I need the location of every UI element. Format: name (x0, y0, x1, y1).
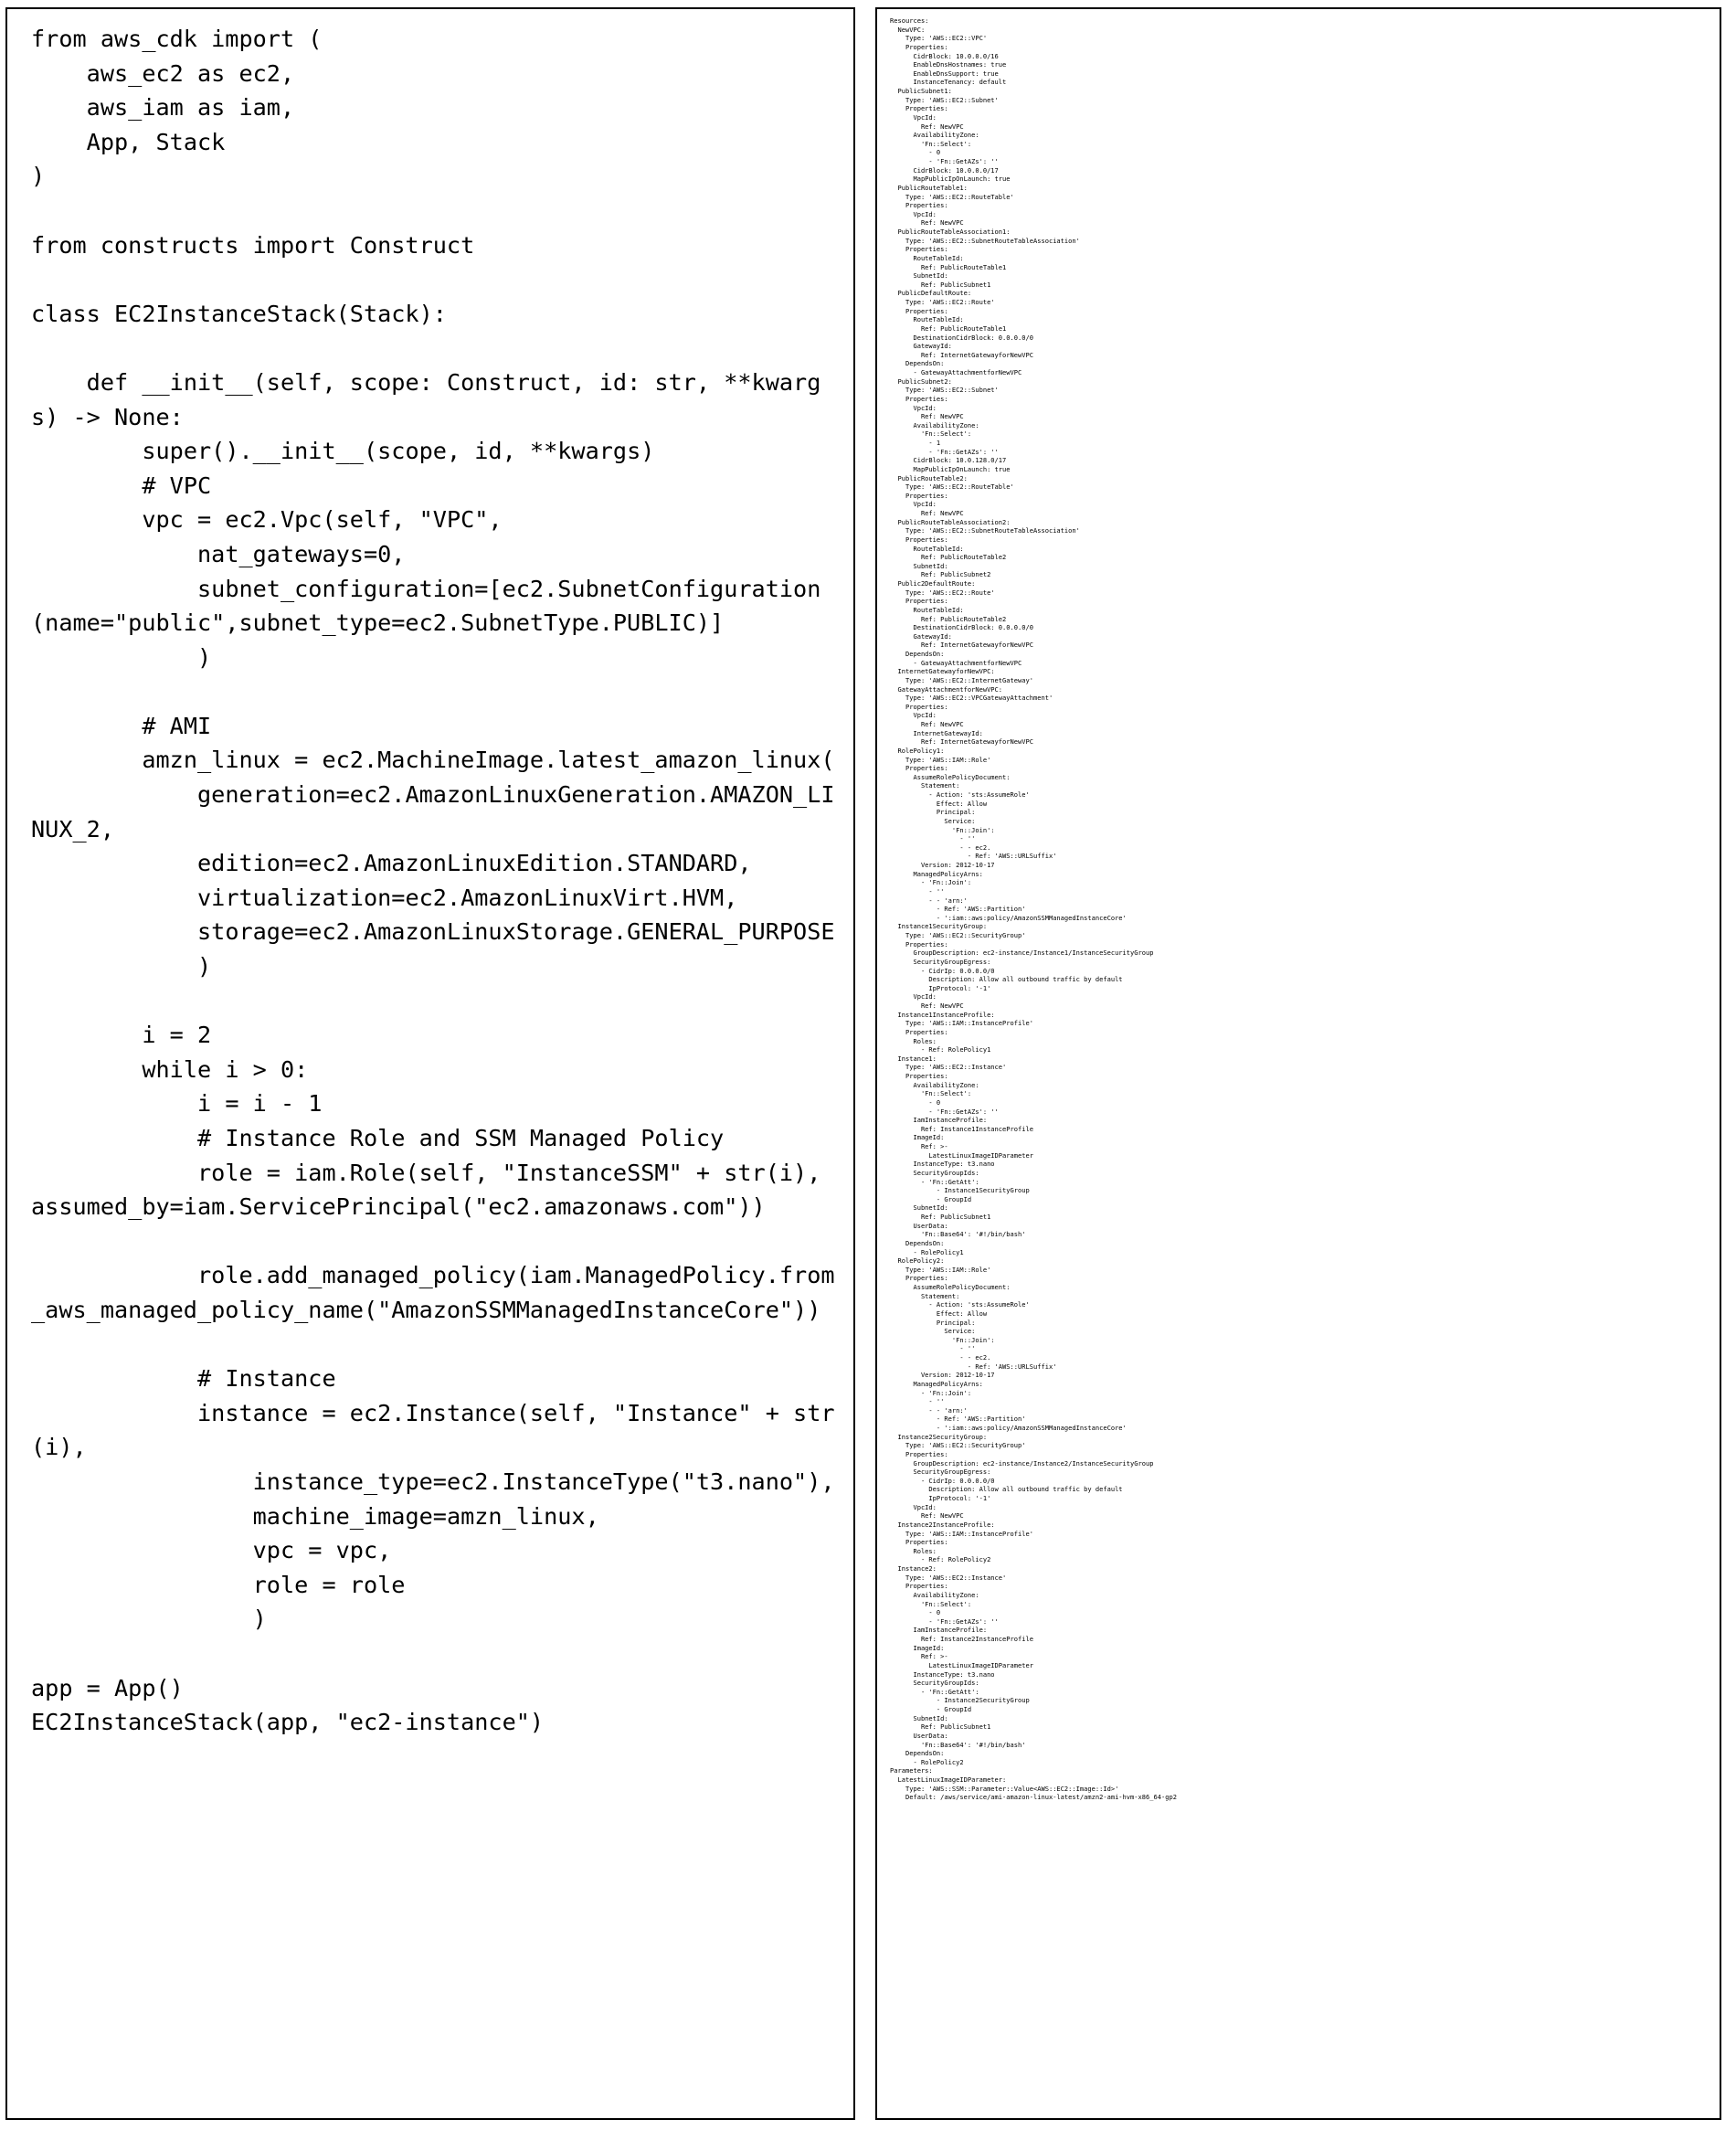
cdk-python-code-block: from aws_cdk import ( aws_ec2 as ec2, aw… (31, 26, 835, 1736)
cloudformation-yaml-code-block: Resources: NewVPC: Type: 'AWS::EC2::VPC'… (890, 16, 1177, 1802)
cloudformation-yaml-panel: Resources: NewVPC: Type: 'AWS::EC2::VPC'… (875, 7, 1721, 2120)
code-comparison-page: from aws_cdk import ( aws_ec2 as ec2, aw… (0, 0, 1736, 2130)
cdk-python-panel: from aws_cdk import ( aws_ec2 as ec2, aw… (5, 7, 855, 2120)
